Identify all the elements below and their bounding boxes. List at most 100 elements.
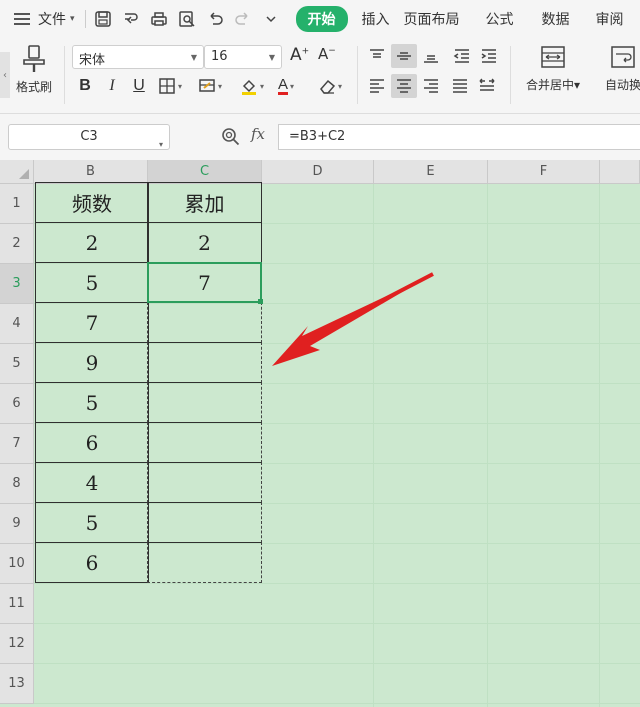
export-icon[interactable] (122, 10, 141, 29)
cell-b4[interactable]: 7 (35, 302, 149, 343)
cell-b10[interactable]: 6 (35, 542, 149, 583)
cell-c7[interactable] (147, 422, 262, 463)
justify-button[interactable] (447, 74, 473, 98)
chevron-down-icon: ▾ (573, 78, 581, 92)
column-header-g[interactable] (600, 160, 640, 184)
format-painter-button[interactable]: 格式刷 (12, 44, 56, 104)
cell-c8[interactable] (147, 462, 262, 503)
merge-center-button[interactable]: 合并居中▾ (520, 44, 586, 93)
column-header-c[interactable]: C (148, 160, 262, 184)
formula-bar: C3 ▾ fx =B3+C2 (0, 114, 640, 160)
fill-color-button[interactable]: ▾ (240, 74, 264, 98)
font-name-select[interactable]: 宋体 ▼ (72, 45, 204, 69)
row-header-10[interactable]: 10 (0, 544, 34, 584)
select-all-corner[interactable] (0, 160, 34, 184)
zoom-icon[interactable] (221, 127, 241, 147)
cell-style-button[interactable]: ▾ (198, 74, 222, 98)
column-header-f[interactable]: F (488, 160, 600, 184)
spreadsheet-app: 文件 ▾ 开始 插入 页面布局 公式 数据 审阅 ‹ 格式刷 宋体 ▼ 16 ▼… (0, 0, 640, 707)
undo-icon[interactable] (206, 10, 225, 29)
decrease-font-size-button[interactable]: A− (318, 45, 336, 63)
distributed-align-button[interactable] (474, 74, 500, 98)
cell-c1[interactable]: 累加 (147, 182, 262, 223)
menu-icon[interactable] (14, 13, 30, 25)
row-header-3[interactable]: 3 (0, 264, 34, 304)
align-left-icon (370, 79, 384, 93)
row-header-12[interactable]: 12 (0, 624, 34, 664)
align-left-button[interactable] (364, 74, 390, 98)
ribbon-scroll-left-button[interactable]: ‹ (0, 52, 10, 98)
row-header-5[interactable]: 5 (0, 344, 34, 384)
align-bottom-button[interactable] (418, 44, 444, 68)
formula-input[interactable]: =B3+C2 (278, 124, 640, 150)
cell-b7[interactable]: 6 (35, 422, 149, 463)
cell-c10[interactable] (147, 542, 262, 583)
menu-bar: 文件 ▾ 开始 插入 页面布局 公式 数据 审阅 (0, 0, 640, 38)
insert-function-button[interactable]: fx (251, 125, 265, 143)
row-header-8[interactable]: 8 (0, 464, 34, 504)
align-center-button[interactable] (391, 74, 417, 98)
cell-c2[interactable]: 2 (147, 222, 262, 263)
cell-b8[interactable]: 4 (35, 462, 149, 503)
cell-c9[interactable] (147, 502, 262, 543)
chevron-down-icon[interactable]: ▾ (70, 14, 75, 24)
row-header-13[interactable]: 13 (0, 664, 34, 704)
cell-c4[interactable] (147, 302, 262, 343)
underline-button[interactable]: U (130, 74, 148, 98)
tab-home[interactable]: 开始 (295, 6, 348, 32)
row-header-9[interactable]: 9 (0, 504, 34, 544)
increase-font-size-button[interactable]: A+ (290, 45, 309, 65)
chevron-down-icon[interactable]: ▾ (159, 133, 163, 157)
tab-insert[interactable]: 插入 (362, 9, 390, 29)
tab-data[interactable]: 数据 (542, 9, 570, 29)
align-right-button[interactable] (418, 74, 444, 98)
name-box[interactable]: C3 ▾ (8, 124, 170, 150)
clear-format-button[interactable]: ▾ (318, 74, 342, 98)
row-header-4[interactable]: 4 (0, 304, 34, 344)
cell-c6[interactable] (147, 382, 262, 423)
bold-button[interactable]: B (76, 74, 94, 98)
cell-b5[interactable]: 9 (35, 342, 149, 383)
borders-button[interactable]: ▾ (158, 74, 182, 98)
row-header-1[interactable]: 1 (0, 184, 34, 224)
column-header-d[interactable]: D (262, 160, 374, 184)
gridline (487, 184, 488, 707)
align-right-icon (424, 79, 438, 93)
paintbrush-icon (23, 45, 45, 72)
tab-review[interactable]: 审阅 (596, 9, 624, 29)
redo-icon[interactable] (234, 10, 253, 29)
cell-b3[interactable]: 5 (35, 262, 149, 303)
increase-indent-button[interactable] (476, 44, 502, 68)
column-header-b[interactable]: B (34, 160, 148, 184)
cell-b2[interactable]: 2 (35, 222, 149, 263)
font-color-button[interactable]: A ▾ (278, 74, 294, 98)
print-preview-icon[interactable] (178, 10, 197, 29)
cell-b1[interactable]: 频数 (35, 182, 149, 223)
column-header-e[interactable]: E (374, 160, 488, 184)
row-header-6[interactable]: 6 (0, 384, 34, 424)
customize-quick-access-icon[interactable] (262, 10, 281, 29)
align-top-button[interactable] (364, 44, 390, 68)
tab-formulas[interactable]: 公式 (486, 9, 514, 29)
align-middle-button[interactable] (391, 44, 417, 68)
row-header-2[interactable]: 2 (0, 224, 34, 264)
row-header-11[interactable]: 11 (0, 584, 34, 624)
file-menu[interactable]: 文件 (38, 9, 66, 29)
save-icon[interactable] (94, 10, 113, 29)
cell-b9[interactable]: 5 (35, 502, 149, 543)
font-size-select[interactable]: 16 ▼ (204, 45, 282, 69)
increase-indent-icon (481, 49, 496, 63)
cell-c3[interactable]: 7 (147, 262, 262, 303)
decrease-indent-button[interactable] (449, 44, 475, 68)
cell-c5[interactable] (147, 342, 262, 383)
tab-page-layout[interactable]: 页面布局 (404, 9, 460, 29)
cell-b6[interactable]: 5 (35, 382, 149, 423)
align-top-icon (370, 49, 384, 58)
print-icon[interactable] (150, 10, 169, 29)
italic-button[interactable]: I (103, 74, 121, 98)
fill-handle[interactable] (258, 299, 263, 304)
auto-wrap-button[interactable]: 自动换 (598, 44, 640, 93)
row-header-7[interactable]: 7 (0, 424, 34, 464)
chevron-down-icon: ▼ (190, 53, 197, 62)
borders-icon (159, 78, 175, 94)
